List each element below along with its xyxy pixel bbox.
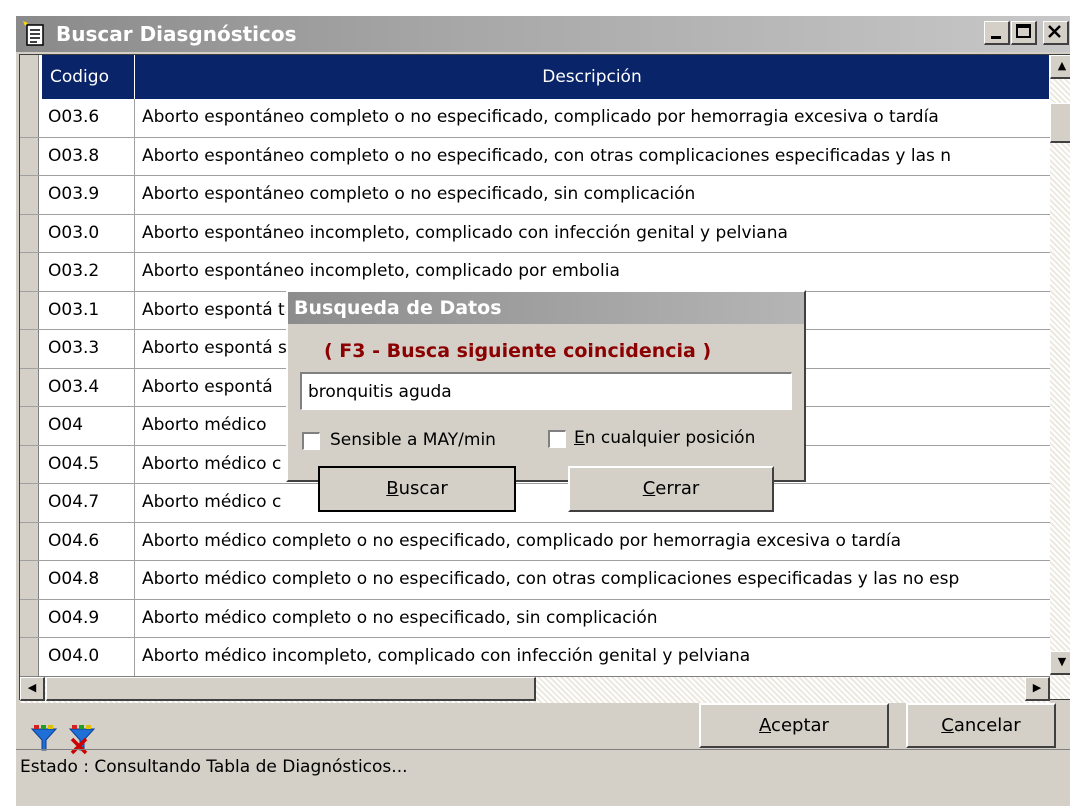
title-bar[interactable]: Buscar Diasgnósticos [16, 16, 1070, 52]
search-dialog-title[interactable]: Busqueda de Datos [288, 292, 804, 324]
row-selector[interactable] [20, 99, 39, 137]
cell-description: Aborto médico completo o no especificado… [142, 530, 902, 551]
minimize-icon [991, 36, 1001, 39]
any-position-checkbox[interactable] [548, 430, 566, 448]
cell-description: Aborto espontáneo completo o no especifi… [142, 184, 696, 204]
close-button[interactable] [1043, 21, 1069, 45]
accept-button[interactable]: Aceptar [699, 703, 889, 748]
cell-description: Aborto espontáneo incompleto, complicado… [142, 261, 620, 281]
cell-code: O04.7 [42, 484, 135, 522]
cell-code: O03.3 [42, 330, 135, 368]
vertical-scrollbar[interactable]: ▲ ▼ [1050, 55, 1070, 699]
table-row[interactable]: O03.6 Aborto espontáneo completo o no esp… [20, 99, 1050, 138]
cell-description: Aborto espontáneo completo o no especifi… [142, 145, 952, 166]
table-row[interactable]: O03.2 Aborto espontáneo incompleto, compl… [20, 253, 1050, 292]
status-bar: Estado : Consultando Tabla de Diagnóstic… [16, 749, 1070, 783]
column-header-code[interactable]: Codigo [42, 55, 135, 99]
close-icon [1048, 25, 1061, 38]
row-selector[interactable] [20, 407, 39, 445]
row-selector[interactable] [20, 561, 39, 599]
horizontal-scrollbar[interactable]: ◀ ▶ [20, 676, 1050, 703]
vertical-scroll-thumb[interactable] [1050, 103, 1070, 143]
search-hint: ( F3 - Busca siguiente coincidencia ) [324, 340, 712, 362]
cell-code: O04.9 [42, 599, 135, 637]
window-title: Buscar Diasgnósticos [56, 22, 297, 46]
scroll-right-button[interactable]: ▶ [1025, 677, 1050, 701]
row-selector[interactable] [20, 137, 39, 175]
search-accel: B [386, 478, 399, 499]
case-sensitive-label: Sensible a MAY/min [330, 430, 496, 450]
any-position-rest: n cualquier posición [584, 428, 756, 448]
document-icon [23, 21, 44, 46]
any-position-label: En cualquier posición [574, 428, 755, 448]
minimize-button[interactable] [984, 21, 1010, 45]
cell-code: O03.2 [42, 253, 135, 291]
case-sensitive-checkbox[interactable] [302, 432, 320, 450]
cancel-accel: C [941, 715, 954, 736]
scroll-up-button[interactable]: ▲ [1050, 55, 1070, 79]
table-row[interactable]: O04.7 Aborto médico c [20, 484, 1050, 523]
cell-code: O04.6 [42, 522, 135, 560]
cancel-label: ancelar [953, 715, 1021, 736]
close-search-button[interactable]: Cerrar [568, 466, 774, 512]
cell-code: O04.0 [42, 638, 135, 676]
grid-header: Codigo Descripción [20, 55, 1070, 99]
cell-description: Aborto médico incompleto, complicado con… [142, 646, 751, 666]
table-row[interactable]: O04.8 Aborto médico completo o no especif… [20, 561, 1050, 600]
cancel-button[interactable]: Cancelar [906, 703, 1056, 748]
cell-description: Aborto médico completo o no especificado… [142, 607, 658, 628]
cell-code: O04.8 [42, 561, 135, 599]
accept-accel: A [759, 715, 772, 736]
row-selector[interactable] [20, 638, 39, 676]
row-selector[interactable] [20, 368, 39, 406]
horizontal-scroll-thumb[interactable] [46, 677, 536, 701]
column-header-description[interactable]: Descripción [135, 55, 1050, 99]
table-row[interactable]: O04.9 Aborto médico completo o no especif… [20, 599, 1050, 638]
cell-code: O03.6 [42, 99, 135, 137]
maximize-button[interactable] [1011, 21, 1037, 45]
row-selector[interactable] [20, 176, 39, 214]
row-selector[interactable] [20, 599, 39, 637]
accept-label: ceptar [771, 715, 829, 736]
row-selector[interactable] [20, 214, 39, 252]
cell-code: O03.1 [42, 291, 135, 329]
row-selector[interactable] [20, 253, 39, 291]
row-selector[interactable] [20, 522, 39, 560]
cell-description: Aborto médico completo o no especificado… [142, 569, 960, 589]
cell-code: O04 [42, 407, 135, 445]
row-selector[interactable] [20, 291, 39, 329]
cell-code: O03.4 [42, 368, 135, 406]
row-selector-header [20, 55, 39, 99]
table-row[interactable]: O03.8 Aborto espontáneo completo o no esp… [20, 137, 1050, 176]
close-label: errar [655, 478, 700, 499]
search-dialog: Busqueda de Datos ( F3 - Busca siguiente… [286, 290, 806, 512]
search-input[interactable] [300, 372, 792, 410]
cell-code: O03.0 [42, 214, 135, 252]
table-row[interactable]: O04.6 Aborto médico completo o no especif… [20, 522, 1050, 561]
row-selector[interactable] [20, 484, 39, 522]
cell-code: O04.5 [42, 445, 135, 483]
search-label: uscar [398, 478, 448, 499]
table-row[interactable]: O03.9 Aborto espontáneo completo o no esp… [20, 176, 1050, 215]
scroll-left-button[interactable]: ◀ [20, 677, 45, 701]
cell-description: Aborto espontáneo completo o no especifi… [142, 107, 939, 127]
cell-code: O03.9 [42, 176, 135, 214]
table-row[interactable]: O04.0 Aborto médico incompleto, complicad… [20, 638, 1050, 677]
search-button[interactable]: Buscar [318, 466, 516, 512]
table-row[interactable]: O03.0 Aborto espontáneo incompleto, compl… [20, 214, 1050, 253]
cell-description: Aborto espontáneo incompleto, complicado… [142, 222, 788, 243]
any-position-accel: E [574, 428, 585, 448]
scroll-down-button[interactable]: ▼ [1050, 651, 1070, 675]
cell-code: O03.8 [42, 137, 135, 175]
close-accel: C [642, 478, 656, 499]
row-selector[interactable] [20, 330, 39, 368]
row-selector[interactable] [20, 445, 39, 483]
maximize-icon [1016, 24, 1031, 38]
